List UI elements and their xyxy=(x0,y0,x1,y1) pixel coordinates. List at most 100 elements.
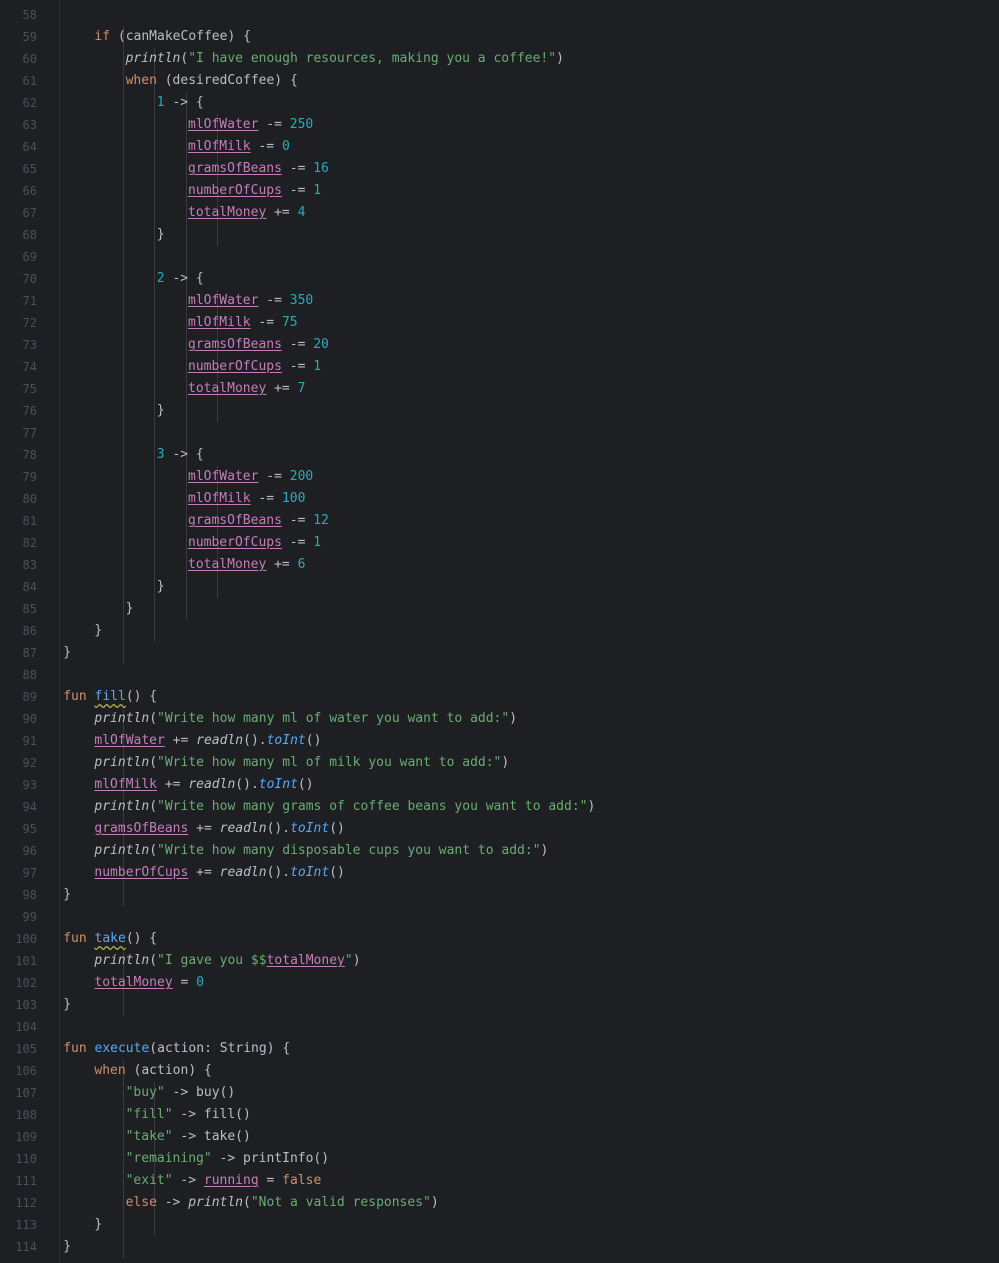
line-number[interactable]: 70 xyxy=(0,268,37,290)
line-number[interactable]: 76 xyxy=(0,400,37,422)
code-text[interactable]: println("Write how many ml of milk you w… xyxy=(94,752,509,774)
line-number[interactable]: 59 xyxy=(0,26,37,48)
code-line[interactable]: 81 gramsOfBeans -= 12 xyxy=(0,510,999,532)
code-line[interactable]: 65 gramsOfBeans -= 16 xyxy=(0,158,999,180)
line-number[interactable]: 88 xyxy=(0,664,37,686)
code-text[interactable]: "exit" -> running = false xyxy=(126,1170,322,1192)
code-line[interactable]: 109 "take" -> take() xyxy=(0,1126,999,1148)
code-line[interactable]: 68} xyxy=(0,224,999,246)
line-number[interactable]: 100 xyxy=(0,928,37,950)
line-number[interactable]: 84 xyxy=(0,576,37,598)
line-number[interactable]: 106 xyxy=(0,1060,37,1082)
code-line[interactable]: 77 xyxy=(0,422,999,444)
line-number[interactable]: 89 xyxy=(0,686,37,708)
line-number[interactable]: 102 xyxy=(0,972,37,994)
code-line[interactable]: 103} xyxy=(0,994,999,1016)
code-text[interactable]: mlOfMilk += readln().toInt() xyxy=(94,774,313,796)
line-number[interactable]: 97 xyxy=(0,862,37,884)
line-number[interactable]: 86 xyxy=(0,620,37,642)
code-text[interactable]: "take" -> take() xyxy=(126,1126,251,1148)
code-line[interactable]: 86} xyxy=(0,620,999,642)
code-text[interactable]: } xyxy=(157,400,165,422)
line-number[interactable]: 62 xyxy=(0,92,37,114)
line-number[interactable]: 105 xyxy=(0,1038,37,1060)
code-line[interactable]: 67 totalMoney += 4 xyxy=(0,202,999,224)
line-number[interactable]: 67 xyxy=(0,202,37,224)
code-text[interactable]: "buy" -> buy() xyxy=(126,1082,236,1104)
line-number[interactable]: 58 xyxy=(0,4,37,26)
code-line[interactable]: 93 mlOfMilk += readln().toInt() xyxy=(0,774,999,796)
code-line[interactable]: 92 println("Write how many ml of milk you… xyxy=(0,752,999,774)
code-line[interactable]: 104 xyxy=(0,1016,999,1038)
line-number[interactable]: 66 xyxy=(0,180,37,202)
line-number[interactable]: 65 xyxy=(0,158,37,180)
line-number[interactable]: 83 xyxy=(0,554,37,576)
code-text[interactable]: totalMoney = 0 xyxy=(94,972,204,994)
code-line[interactable]: 114} xyxy=(0,1236,999,1258)
code-text[interactable]: else -> println("Not a valid responses") xyxy=(126,1192,439,1214)
code-line[interactable]: 90 println("Write how many ml of water yo… xyxy=(0,708,999,730)
code-line[interactable]: 97 numberOfCups += readln().toInt() xyxy=(0,862,999,884)
code-text[interactable]: 2 -> { xyxy=(157,268,204,290)
line-number[interactable]: 85 xyxy=(0,598,37,620)
line-number[interactable]: 104 xyxy=(0,1016,37,1038)
code-line[interactable]: 88 xyxy=(0,664,999,686)
line-number[interactable]: 64 xyxy=(0,136,37,158)
code-line[interactable]: 108 "fill" -> fill() xyxy=(0,1104,999,1126)
code-editor[interactable]: 58 59 if (canMakeCoffee) {60 println("I hav… xyxy=(0,0,999,1263)
code-text[interactable]: mlOfWater -= 350 xyxy=(188,290,313,312)
code-text[interactable]: "remaining" -> printInfo() xyxy=(126,1148,330,1170)
line-number[interactable]: 73 xyxy=(0,334,37,356)
line-number[interactable]: 68 xyxy=(0,224,37,246)
code-text[interactable]: } xyxy=(126,598,134,620)
code-text[interactable]: "fill" -> fill() xyxy=(126,1104,251,1126)
line-number[interactable]: 63 xyxy=(0,114,37,136)
code-line[interactable]: 76} xyxy=(0,400,999,422)
code-text[interactable]: println("Write how many grams of coffee … xyxy=(94,796,595,818)
line-number[interactable]: 77 xyxy=(0,422,37,444)
line-number[interactable]: 61 xyxy=(0,70,37,92)
code-text[interactable]: if (canMakeCoffee) { xyxy=(94,26,251,48)
code-text[interactable]: println("Write how many disposable cups … xyxy=(94,840,548,862)
line-number[interactable]: 82 xyxy=(0,532,37,554)
code-line[interactable]: 96 println("Write how many disposable cup… xyxy=(0,840,999,862)
line-number[interactable]: 90 xyxy=(0,708,37,730)
line-number[interactable]: 94 xyxy=(0,796,37,818)
code-line[interactable]: 113} xyxy=(0,1214,999,1236)
code-line[interactable]: 61 when (desiredCoffee) { xyxy=(0,70,999,92)
code-line[interactable]: 98} xyxy=(0,884,999,906)
code-text[interactable]: } xyxy=(63,1236,71,1258)
code-text[interactable]: numberOfCups += readln().toInt() xyxy=(94,862,344,884)
code-line[interactable]: 66 numberOfCups -= 1 xyxy=(0,180,999,202)
code-text[interactable]: mlOfMilk -= 100 xyxy=(188,488,305,510)
line-number[interactable]: 78 xyxy=(0,444,37,466)
code-text[interactable]: when (desiredCoffee) { xyxy=(126,70,298,92)
code-text[interactable]: fun execute(action: String) { xyxy=(63,1038,290,1060)
line-number[interactable]: 75 xyxy=(0,378,37,400)
code-line[interactable]: 87} xyxy=(0,642,999,664)
code-line[interactable]: 91 mlOfWater += readln().toInt() xyxy=(0,730,999,752)
line-number[interactable]: 101 xyxy=(0,950,37,972)
code-text[interactable]: gramsOfBeans -= 12 xyxy=(188,510,329,532)
line-number[interactable]: 99 xyxy=(0,906,37,928)
code-text[interactable]: mlOfMilk -= 0 xyxy=(188,136,290,158)
code-line[interactable]: 72 mlOfMilk -= 75 xyxy=(0,312,999,334)
line-number[interactable]: 107 xyxy=(0,1082,37,1104)
line-number[interactable]: 81 xyxy=(0,510,37,532)
code-text[interactable]: 1 -> { xyxy=(157,92,204,114)
code-text[interactable]: } xyxy=(94,1214,102,1236)
code-text[interactable]: totalMoney += 7 xyxy=(188,378,305,400)
code-line[interactable]: 60 println("I have enough resources, maki… xyxy=(0,48,999,70)
code-text[interactable]: } xyxy=(63,642,71,664)
line-number[interactable]: 112 xyxy=(0,1192,37,1214)
code-line[interactable]: 94 println("Write how many grams of coffe… xyxy=(0,796,999,818)
code-line[interactable]: 70 2 -> { xyxy=(0,268,999,290)
code-text[interactable]: mlOfWater += readln().toInt() xyxy=(94,730,321,752)
code-text[interactable]: println("I have enough resources, making… xyxy=(126,48,564,70)
line-number[interactable]: 74 xyxy=(0,356,37,378)
line-number[interactable]: 95 xyxy=(0,818,37,840)
code-text[interactable]: gramsOfBeans -= 16 xyxy=(188,158,329,180)
line-number[interactable]: 80 xyxy=(0,488,37,510)
code-line[interactable]: 89 fun fill() { xyxy=(0,686,999,708)
code-line[interactable]: 101 println("I gave you $$totalMoney") xyxy=(0,950,999,972)
